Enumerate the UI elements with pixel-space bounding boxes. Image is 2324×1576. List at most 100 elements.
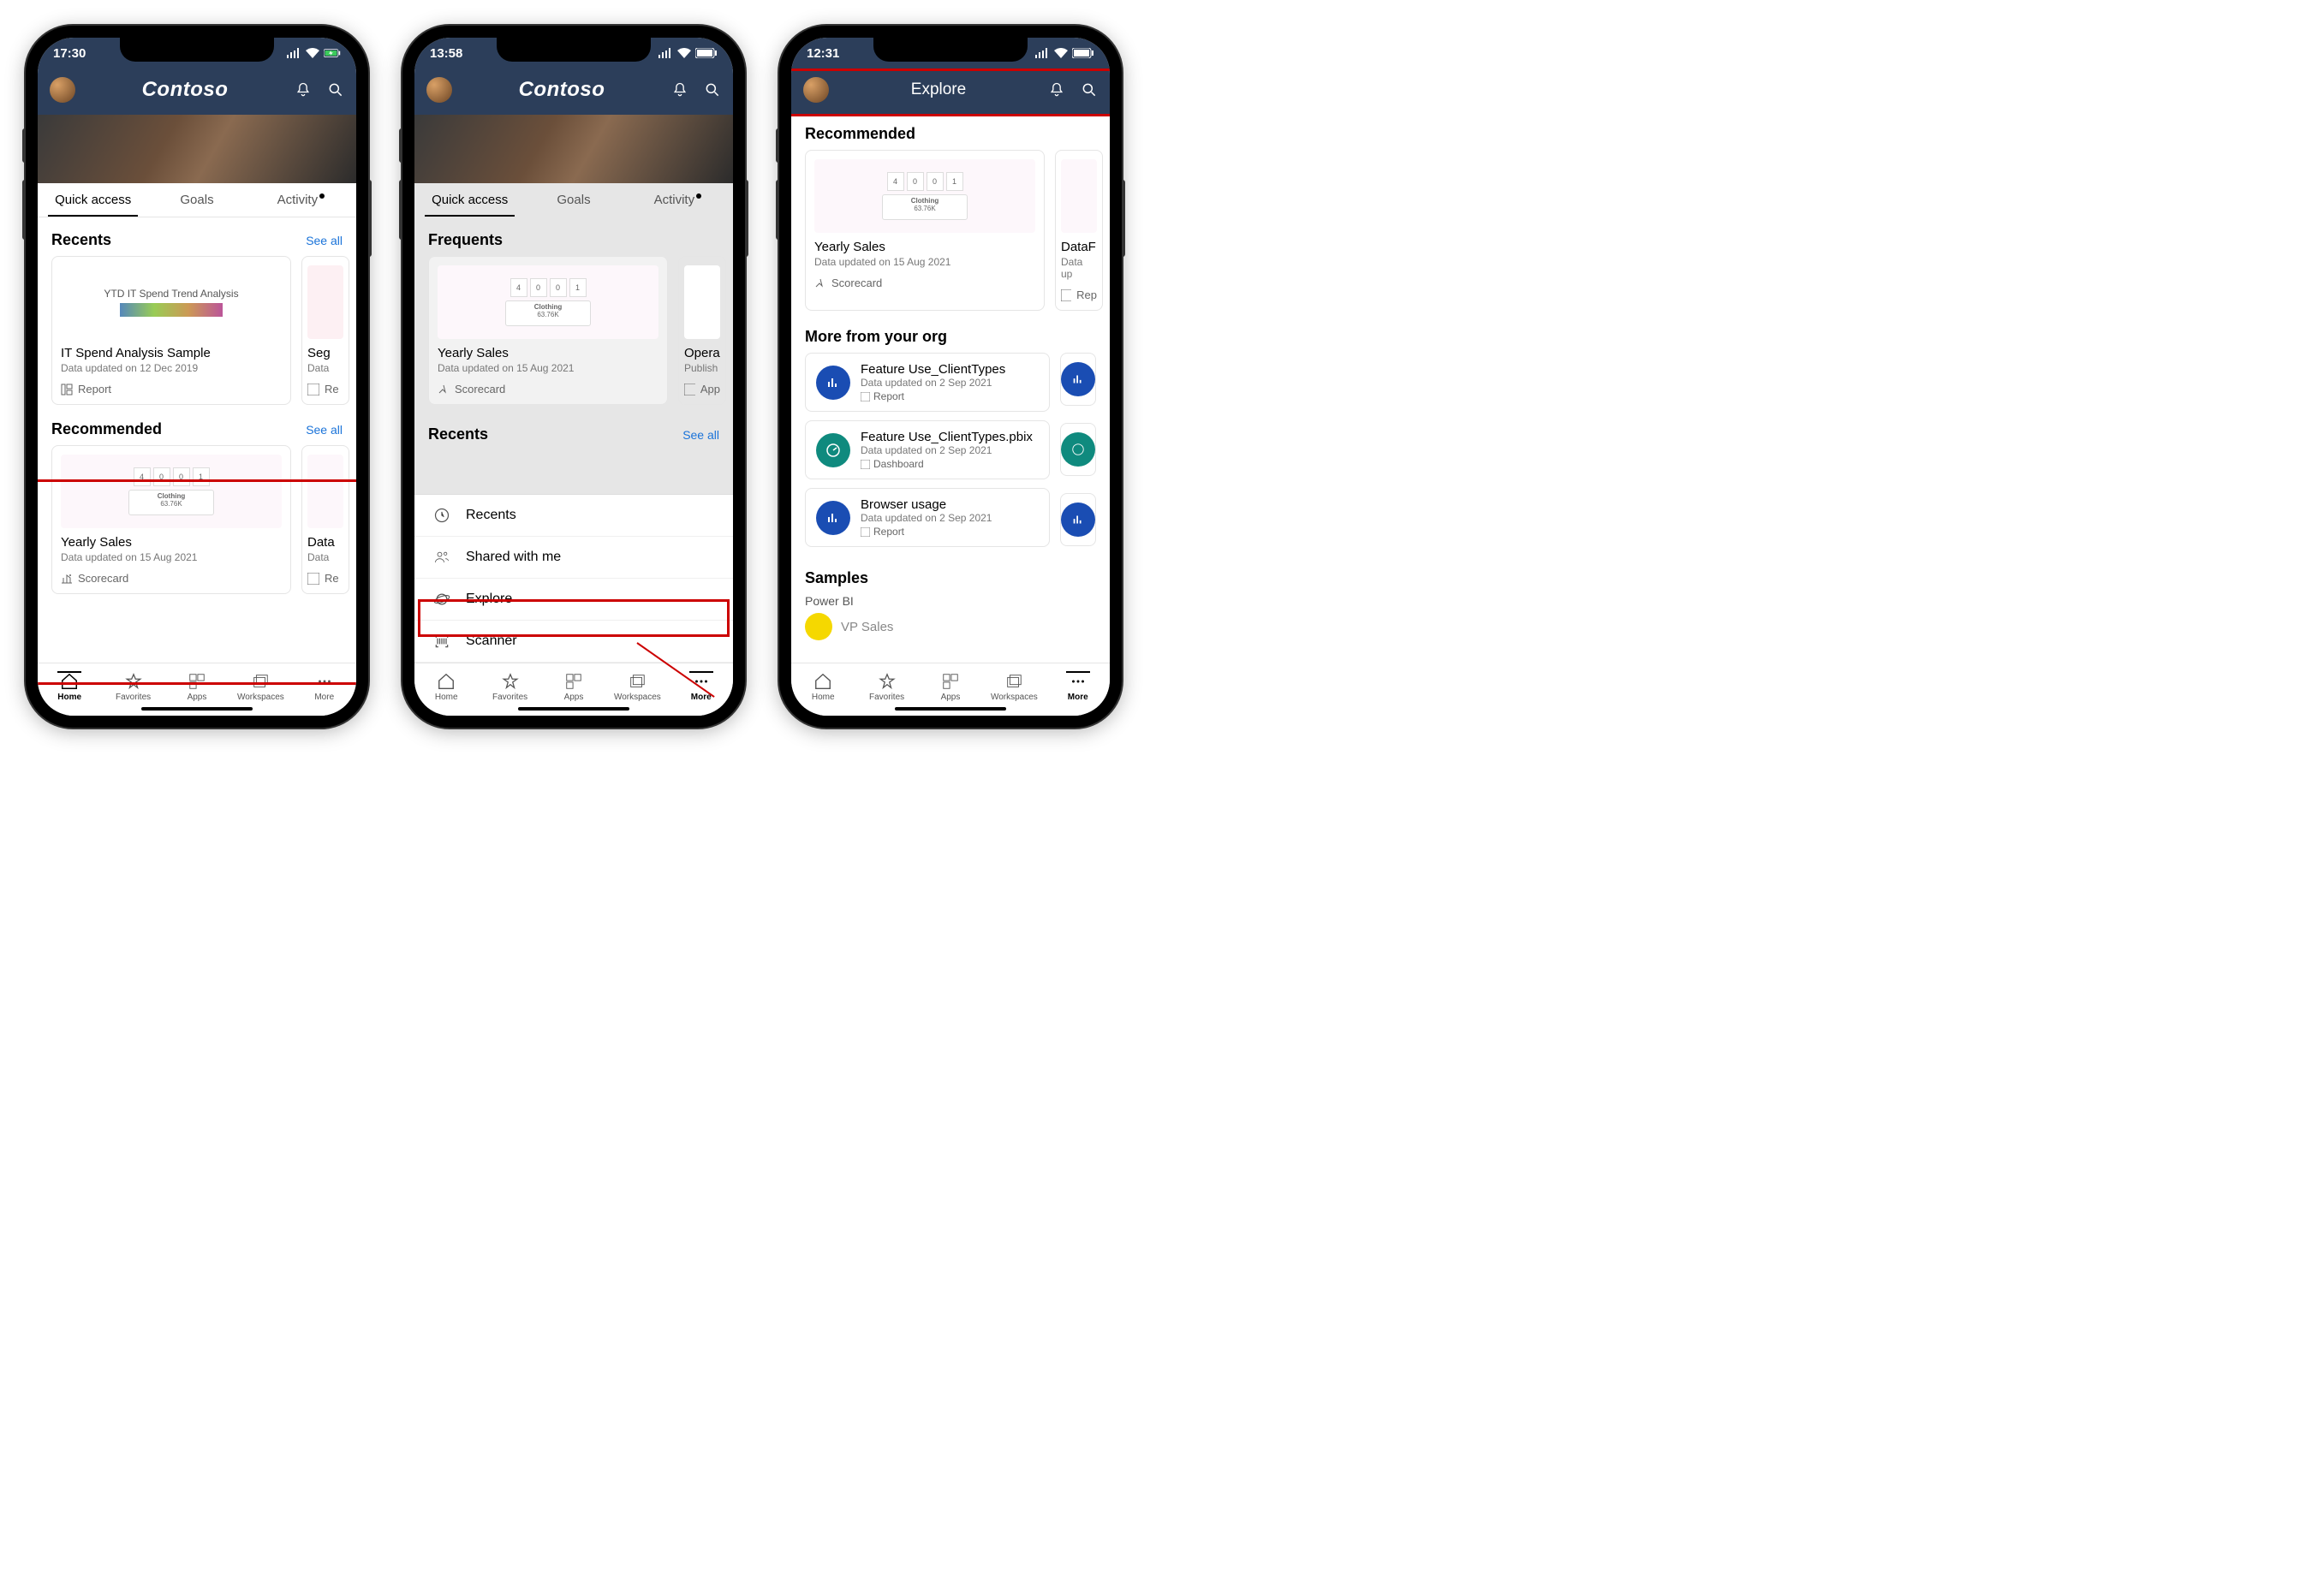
bell-icon[interactable] (671, 81, 688, 98)
scorecard-icon (814, 277, 826, 289)
nav-apps[interactable]: Apps (548, 672, 599, 702)
more-sheet: Recents Shared with me Explore Scanner (414, 494, 733, 663)
battery-icon (1072, 48, 1094, 58)
app-header: Explore (791, 68, 1110, 115)
avatar[interactable] (426, 77, 452, 103)
report-icon (307, 573, 319, 585)
home-icon (437, 672, 456, 691)
more-shared[interactable]: Shared with me (414, 537, 733, 579)
phone-frame-1: 17:30 Contoso Quick access Goals Activit… (26, 26, 368, 728)
workspaces-icon (1004, 672, 1023, 691)
nav-favorites[interactable]: Favorites (108, 672, 159, 702)
recents-see-all[interactable]: See all (682, 428, 719, 442)
people-icon (433, 549, 450, 566)
frequent-card-partial[interactable]: Opera Publish App (678, 256, 726, 405)
org-item-partial-1[interactable] (1060, 353, 1096, 406)
avatar[interactable] (803, 77, 829, 103)
search-icon[interactable] (1081, 81, 1098, 98)
recommended-card-yearly-sales[interactable]: 4 0 0 1 Clothing63.76K Yearly Sales Data… (51, 445, 291, 594)
status-icons (658, 48, 718, 58)
recommended-card-partial[interactable]: Data Data Re (301, 445, 349, 594)
more-icon (1069, 672, 1088, 691)
hero-image (38, 115, 356, 183)
tab-row: Quick access Goals Activity (38, 183, 356, 217)
scanner-icon (433, 633, 450, 650)
org-item-partial-2[interactable] (1060, 423, 1096, 476)
nav-workspaces[interactable]: Workspaces (611, 672, 663, 702)
bell-icon[interactable] (295, 81, 312, 98)
nav-favorites[interactable]: Favorites (485, 672, 536, 702)
brand-title: Contoso (519, 78, 605, 102)
brand-title: Contoso (142, 78, 229, 102)
org-item-feature-use[interactable]: Feature Use_ClientTypes Data updated on … (805, 353, 1050, 412)
sample-item: VP Sales (841, 620, 893, 634)
org-item-browser-usage[interactable]: Browser usage Data updated on 2 Sep 2021… (805, 488, 1050, 547)
nav-home[interactable]: Home (420, 672, 472, 702)
more-explore[interactable]: Explore (414, 579, 733, 621)
nav-apps[interactable]: Apps (171, 672, 223, 702)
recent-card-it-spend[interactable]: YTD IT Spend Trend Analysis IT Spend Ana… (51, 256, 291, 405)
chart-icon (1061, 362, 1095, 396)
app-header: Contoso (38, 68, 356, 115)
avatar[interactable] (50, 77, 75, 103)
sample-icon (805, 613, 832, 640)
nav-more[interactable]: More (299, 672, 350, 702)
tab-quick-access[interactable]: Quick access (418, 183, 521, 217)
tab-goals[interactable]: Goals (145, 183, 248, 217)
star-icon (124, 672, 143, 691)
recommended-heading: Recommended (805, 125, 915, 143)
recents-heading: Recents (428, 425, 488, 443)
nav-workspaces[interactable]: Workspaces (235, 672, 286, 702)
apps-icon (941, 672, 960, 691)
recommended-card-partial[interactable]: DataF Data up Rep (1055, 150, 1103, 311)
samples-heading: Samples (805, 569, 868, 587)
apps-icon (564, 672, 583, 691)
scorecard-icon (438, 384, 450, 395)
hero-image (414, 115, 733, 183)
tab-activity[interactable]: Activity (626, 183, 730, 217)
recommended-see-all[interactable]: See all (306, 423, 343, 437)
recommended-heading: Recommended (51, 420, 162, 438)
phone-frame-3: 12:31 Explore Recommended (779, 26, 1122, 728)
recommended-card-yearly-sales[interactable]: 4 0 0 1 Clothing63.76K Yearly Sales Data… (805, 150, 1045, 311)
org-item-partial-3[interactable] (1060, 493, 1096, 546)
report-icon (861, 527, 870, 537)
bell-icon[interactable] (1048, 81, 1065, 98)
clock-icon (433, 507, 450, 524)
tab-activity[interactable]: Activity (249, 183, 353, 217)
clock: 13:58 (430, 46, 462, 61)
nav-workspaces[interactable]: Workspaces (988, 672, 1040, 702)
tab-quick-access[interactable]: Quick access (41, 183, 145, 217)
app-icon (684, 384, 695, 395)
org-item-feature-use-pbix[interactable]: Feature Use_ClientTypes.pbix Data update… (805, 420, 1050, 479)
nav-apps[interactable]: Apps (925, 672, 976, 702)
more-icon (315, 672, 334, 691)
frequent-card-yearly-sales[interactable]: 4 0 0 1 Clothing63.76K Yearly Sales Data… (428, 256, 668, 405)
chart-icon (816, 366, 850, 400)
nav-favorites[interactable]: Favorites (861, 672, 913, 702)
star-icon (501, 672, 520, 691)
clock: 17:30 (53, 46, 86, 61)
more-scanner[interactable]: Scanner (414, 621, 733, 663)
more-org-heading: More from your org (805, 328, 947, 346)
more-recents[interactable]: Recents (414, 495, 733, 537)
tab-goals[interactable]: Goals (521, 183, 625, 217)
app-header: Contoso (414, 68, 733, 115)
dashboard-icon (861, 460, 870, 469)
workspaces-icon (251, 672, 270, 691)
status-icons (1034, 48, 1094, 58)
search-icon[interactable] (704, 81, 721, 98)
chart-icon (816, 501, 850, 535)
samples-sub: Power BI (791, 594, 1110, 608)
apps-icon (188, 672, 206, 691)
star-icon (878, 672, 897, 691)
tab-row: Quick access Goals Activity (414, 183, 733, 217)
nav-home[interactable]: Home (44, 672, 95, 702)
nav-home[interactable]: Home (797, 672, 849, 702)
home-icon (60, 672, 79, 691)
nav-more[interactable]: More (1052, 672, 1104, 702)
search-icon[interactable] (327, 81, 344, 98)
recent-card-partial[interactable]: Seg Data Re (301, 256, 349, 405)
battery-icon (695, 48, 718, 58)
recents-see-all[interactable]: See all (306, 234, 343, 247)
